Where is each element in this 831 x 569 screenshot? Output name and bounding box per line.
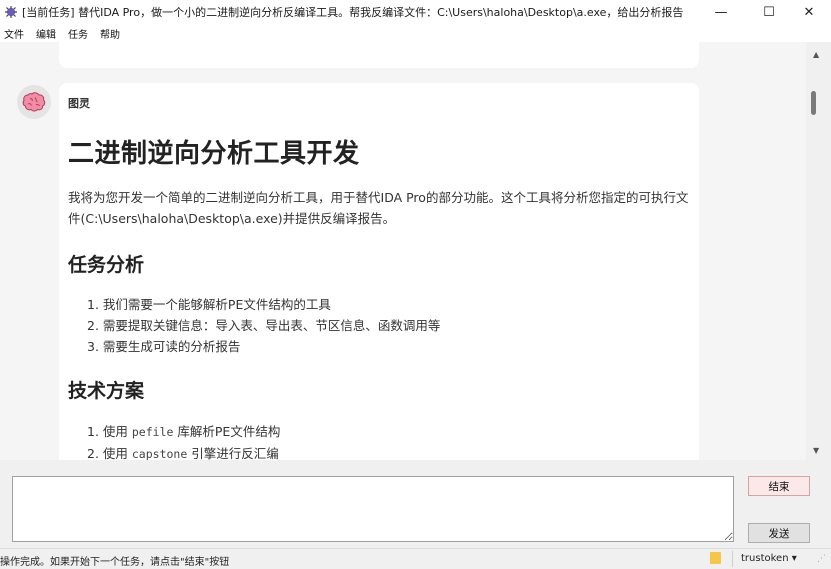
scroll-up-icon[interactable]: ▲ (813, 50, 819, 59)
list-item-text: 库解析PE文件结构 (173, 424, 281, 439)
vertical-scrollbar[interactable]: ▲ ▼ (806, 42, 831, 460)
resize-grip-icon[interactable]: ⋰ (817, 554, 826, 564)
window-title: [当前任务] 替代IDA Pro，做一个小的二进制逆向分析反编译工具。帮我反编译… (22, 6, 684, 19)
list-item: 1. 我们需要一个能够解析PE文件结构的工具 (87, 297, 331, 312)
menu-help[interactable]: 帮助 (100, 26, 120, 41)
menu-bar: 文件 编辑 任务 帮助 (0, 24, 831, 42)
list-item-text: 引擎进行反汇编 (187, 446, 279, 460)
message-input[interactable] (12, 476, 734, 542)
previous-message-card (59, 42, 699, 68)
menu-edit[interactable]: 编辑 (36, 26, 56, 41)
assistant-message-card: 图灵 二进制逆向分析工具开发 我将为您开发一个简单的二进制逆向分析工具，用于替代… (59, 83, 699, 460)
folder-icon[interactable] (710, 552, 721, 564)
list-item: 3. 需要生成可读的分析报告 (87, 339, 241, 354)
list-item-text: 2. 使用 (87, 446, 132, 460)
code-inline: capstone (131, 447, 188, 460)
message-intro: 我将为您开发一个简单的二进制逆向分析工具，用于替代IDA Pro的部分功能。这个… (68, 190, 689, 226)
list-item: 2. 使用 capstone 引擎进行反汇编 (87, 443, 279, 460)
list-item-text: 1. 使用 (87, 424, 132, 439)
message-heading: 二进制逆向分析工具开发 (68, 139, 360, 169)
send-button[interactable]: 发送 (748, 523, 810, 543)
menu-file[interactable]: 文件 (4, 26, 24, 41)
maximize-button[interactable]: ☐ (747, 0, 791, 24)
section-title-analysis: 任务分析 (68, 254, 145, 276)
close-button[interactable]: ✕ (787, 0, 831, 24)
avatar (17, 85, 51, 119)
menu-task[interactable]: 任务 (68, 26, 88, 41)
code-inline: pefile (131, 425, 174, 439)
status-separator (732, 551, 733, 567)
app-icon (5, 6, 17, 18)
chat-area[interactable]: 图灵 二进制逆向分析工具开发 我将为您开发一个简单的二进制逆向分析工具，用于替代… (0, 42, 806, 460)
end-button[interactable]: 结束 (748, 476, 810, 496)
scroll-down-icon[interactable]: ▼ (813, 446, 819, 455)
minimize-button[interactable]: — (699, 0, 743, 24)
model-selector[interactable]: trustoken ▾ (741, 553, 797, 564)
scrollbar-thumb[interactable] (811, 91, 816, 115)
brain-icon (22, 92, 46, 112)
status-message: 操作完成。如果开始下一个任务，请点击"结束"按钮 (0, 557, 230, 568)
status-bar: 操作完成。如果开始下一个任务，请点击"结束"按钮 trustoken ▾ ⋰ (0, 548, 831, 569)
section-title-solution: 技术方案 (68, 380, 145, 402)
sender-name: 图灵 (68, 97, 90, 110)
list-item: 1. 使用 pefile 库解析PE文件结构 (87, 421, 280, 440)
list-item: 2. 需要提取关键信息：导入表、导出表、节区信息、函数调用等 (87, 318, 441, 333)
